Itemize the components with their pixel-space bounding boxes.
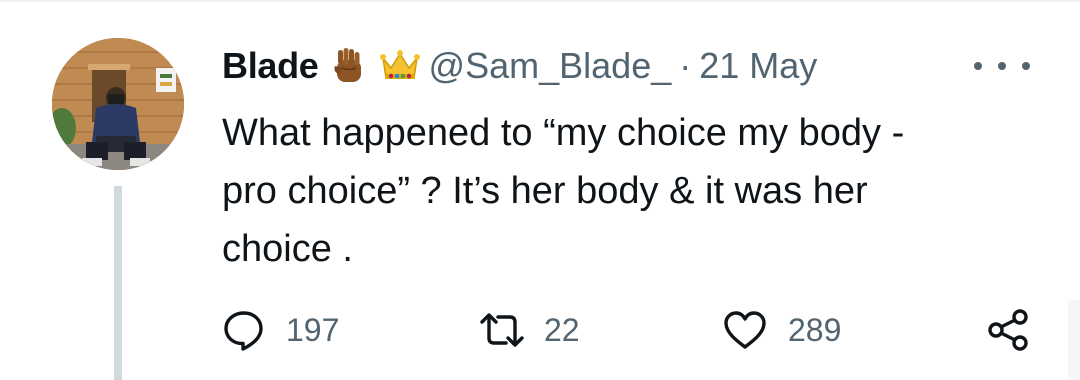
tweet-text-line: What happened to “my choice my body - (222, 112, 905, 154)
tweet-date[interactable]: 21 May (699, 45, 817, 87)
scroll-edge (1068, 300, 1080, 380)
more-dot (1022, 62, 1030, 70)
retweet-count: 22 (544, 311, 580, 348)
heart-icon (722, 308, 768, 352)
user-handle[interactable]: @Sam_Blade_ (429, 45, 672, 87)
tweet-text: What happened to “my choice my body - pr… (222, 104, 1022, 278)
crown-emoji-icon (379, 46, 420, 86)
comment-bubble-icon (222, 308, 266, 352)
like-count: 289 (788, 311, 842, 348)
tweet-text-line: pro choice” ? It’s her body & it was her (222, 170, 868, 212)
retweet-icon (478, 308, 526, 352)
thread-line (114, 186, 122, 380)
raised-fist-emoji-icon (329, 46, 369, 86)
share-icon (986, 308, 1030, 352)
more-dot (974, 62, 982, 70)
avatar[interactable] (52, 38, 184, 170)
more-options-icon[interactable] (974, 52, 1030, 80)
like-button[interactable]: 289 (722, 302, 841, 358)
display-name[interactable]: Blade (222, 45, 319, 87)
separator-dot: · (679, 45, 692, 86)
avatar-photo (52, 38, 184, 170)
tweet-header: Blade @Sam_Blade_ · 21 May (222, 40, 817, 92)
more-dot (998, 62, 1006, 70)
reply-button[interactable]: 197 (222, 302, 339, 358)
action-bar: 197 22 289 (222, 302, 1032, 358)
share-button[interactable] (986, 302, 1030, 358)
tweet-card[interactable]: Blade @Sam_Blade_ · 21 May What happened… (0, 0, 1080, 380)
reply-count: 197 (286, 311, 340, 348)
tweet-text-line: choice . (222, 228, 353, 270)
retweet-button[interactable]: 22 (478, 302, 580, 358)
